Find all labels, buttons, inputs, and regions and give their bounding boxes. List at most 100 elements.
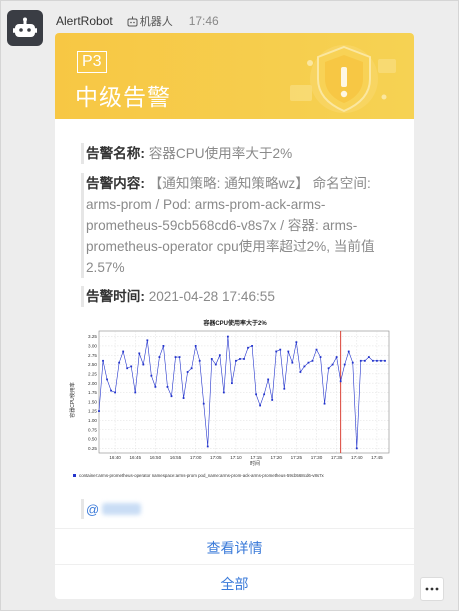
alert-content-label: 告警内容:	[86, 176, 145, 191]
data-point	[138, 352, 141, 355]
data-point	[287, 350, 290, 353]
data-point	[218, 354, 221, 357]
y-tick-label: 1.50	[88, 399, 97, 404]
y-tick-label: 2.50	[88, 362, 97, 367]
cpu-usage-chart[interactable]: 容器CPU使用率大于2% 容器CPU使用率 时间 0.25 0.50 0.75 1.0…	[67, 315, 403, 485]
data-point	[102, 359, 104, 362]
data-point	[251, 345, 253, 347]
data-point	[182, 397, 185, 399]
data-point	[355, 447, 358, 450]
data-point	[347, 350, 350, 353]
chart-xlabel: 时间	[250, 460, 260, 467]
alert-name-label: 告警名称:	[86, 146, 145, 161]
data-point	[335, 356, 338, 358]
data-point	[194, 345, 197, 347]
y-tick-label: 0.50	[88, 437, 97, 442]
y-tick-label: 0.75	[88, 427, 97, 432]
chart-svg: 容器CPU使用率大于2% 容器CPU使用率 时间 0.25 0.50 0.75 1.0…	[69, 319, 390, 478]
data-point	[359, 359, 362, 362]
data-point	[367, 356, 370, 358]
alert-name-field: 告警名称: 容器CPU使用率大于2%	[81, 143, 401, 164]
more-options-button[interactable]	[420, 577, 444, 601]
x-tick-label: 16:55	[170, 455, 182, 460]
data-point	[259, 404, 262, 407]
alert-name-value: 容器CPU使用率大于2%	[148, 146, 293, 161]
chart-ylabel: 容器CPU使用率	[69, 382, 76, 418]
alert-time-value: 2021-04-28 17:46:55	[148, 289, 275, 304]
robot-avatar[interactable]	[7, 10, 43, 46]
data-point	[319, 356, 322, 358]
data-point	[271, 399, 274, 401]
x-tick-label: 16:40	[109, 455, 121, 460]
data-point	[275, 350, 278, 353]
robot-small-icon	[127, 16, 138, 26]
data-point	[114, 391, 117, 394]
data-point	[110, 389, 112, 392]
data-point	[363, 359, 366, 362]
divider	[55, 528, 414, 529]
data-point	[311, 359, 314, 362]
data-point	[295, 341, 298, 344]
data-point	[267, 378, 270, 381]
message-header: AlertRobot 机器人 17:46	[56, 13, 219, 29]
data-point	[235, 359, 237, 362]
message-time: 17:46	[188, 14, 219, 28]
data-point	[126, 367, 129, 370]
x-tick-label: 17:45	[371, 455, 383, 460]
chart-title: 容器CPU使用率大于2%	[202, 319, 267, 327]
data-point	[384, 359, 386, 362]
data-point	[198, 359, 201, 362]
data-point	[106, 378, 108, 381]
data-point	[134, 391, 137, 394]
x-tick-label: 16:45	[130, 455, 142, 460]
data-point	[380, 359, 382, 362]
data-point	[307, 361, 310, 364]
data-point	[255, 393, 257, 396]
y-tick-label: 1.00	[88, 418, 97, 423]
data-point	[226, 335, 229, 338]
mention-user[interactable]: @	[81, 499, 141, 519]
x-tick-label: 17:25	[291, 455, 303, 460]
data-point	[174, 356, 177, 358]
data-point	[170, 395, 173, 398]
plot-area	[98, 330, 390, 454]
data-point	[351, 361, 354, 364]
data-point	[371, 359, 374, 362]
data-point	[202, 402, 205, 405]
bot-tag-label: 机器人	[139, 16, 173, 28]
data-point	[166, 385, 169, 388]
data-point	[130, 365, 133, 368]
x-tick-label: 17:05	[210, 455, 222, 460]
data-point	[222, 391, 225, 394]
data-point	[122, 350, 125, 353]
data-point	[162, 345, 165, 347]
robot-icon	[13, 17, 37, 37]
divider	[55, 564, 414, 565]
y-tick-label: 3.00	[88, 344, 97, 349]
data-point	[376, 359, 378, 362]
y-tick-label: 3.25	[88, 334, 97, 339]
mention-symbol: @	[86, 501, 100, 517]
data-point	[210, 358, 213, 360]
data-point	[146, 339, 149, 342]
data-point	[154, 385, 157, 388]
data-point	[231, 382, 233, 385]
data-point	[206, 445, 209, 448]
data-point	[315, 348, 318, 351]
data-point	[186, 371, 189, 373]
data-point	[158, 356, 161, 358]
data-point	[343, 363, 346, 366]
sender-name[interactable]: AlertRobot	[56, 14, 113, 28]
data-point	[331, 363, 334, 366]
data-point	[142, 363, 145, 366]
y-tick-label: 2.00	[88, 381, 97, 386]
alert-title: 中级告警	[75, 84, 171, 110]
view-details-button[interactable]: 查看详情	[55, 538, 414, 558]
warning-shield-icon	[290, 45, 396, 113]
bot-tag: 机器人	[127, 13, 173, 29]
view-all-button[interactable]: 全部	[55, 574, 414, 594]
data-point	[263, 393, 266, 396]
data-point	[150, 374, 153, 377]
x-tick-label: 17:00	[190, 455, 202, 460]
y-tick-label: 2.75	[88, 353, 97, 358]
